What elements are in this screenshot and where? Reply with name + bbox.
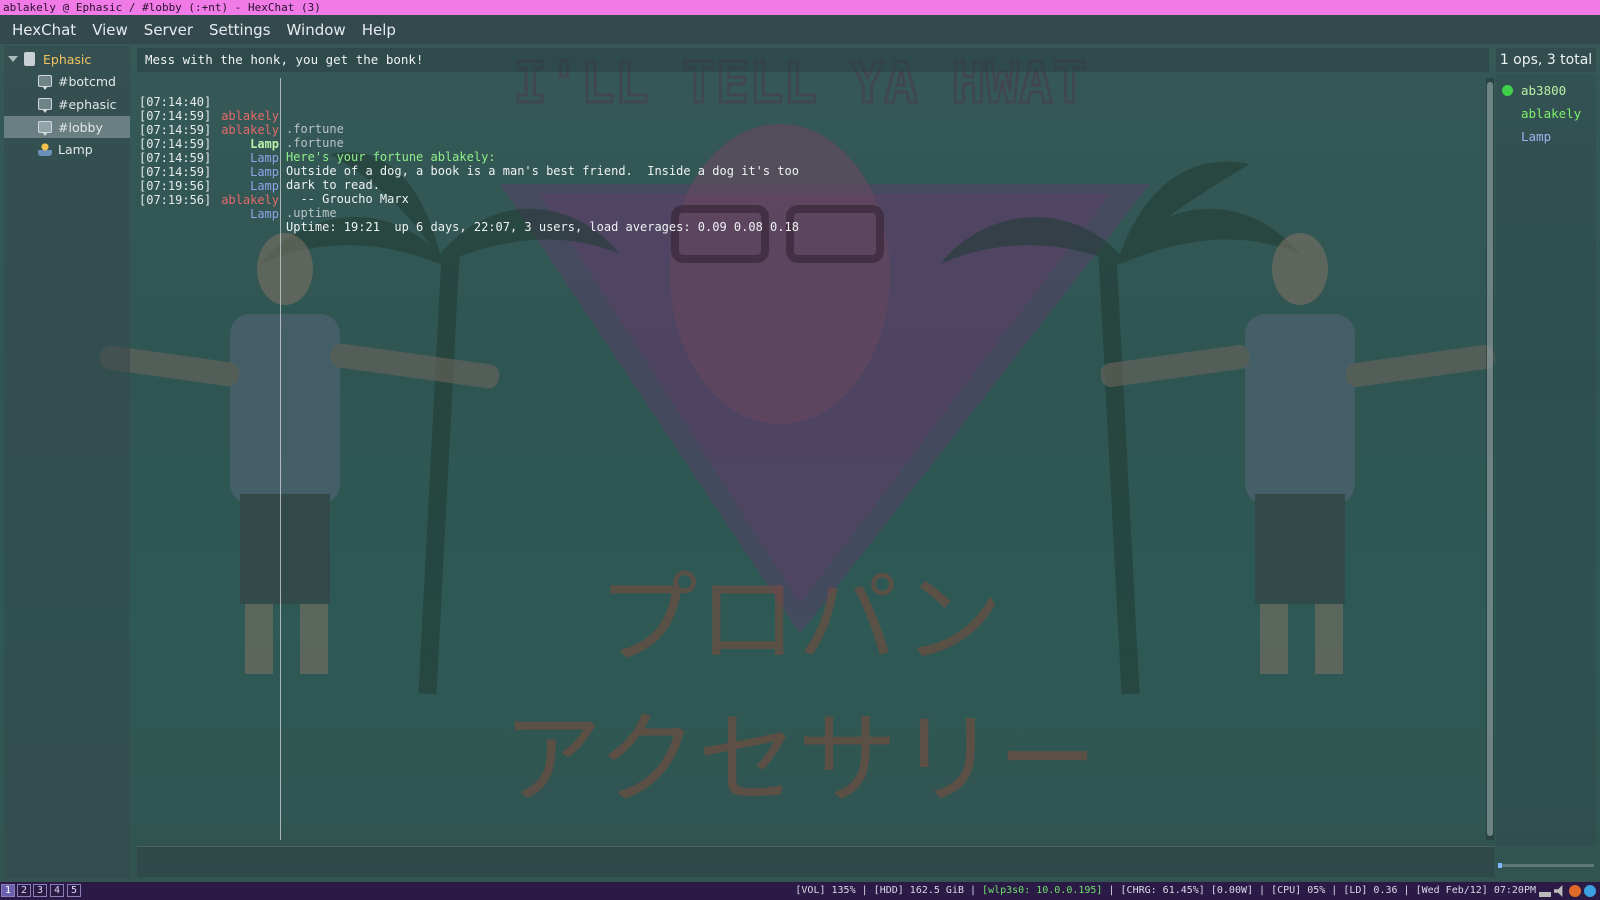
system-status-bar: 1 2 3 4 5 [VOL] 135% | [HDD] 162.5 GiB |… <box>0 882 1600 900</box>
user-nick: Lamp <box>1521 128 1552 144</box>
chat-timestamp: [07:19:56] <box>139 192 212 207</box>
chat-message: .uptime <box>286 206 337 221</box>
tree-item-botcmd[interactable]: #botcmd <box>38 70 116 92</box>
userlist-count: 1 ops, 3 total <box>1496 48 1596 72</box>
menu-bar: HexChat View Server Settings Window Help <box>0 15 1600 44</box>
workspace-5[interactable]: 5 <box>67 884 81 897</box>
chat-log[interactable]: [07:14:40] ablakely .fortune [07:14:59] … <box>137 78 1485 840</box>
status-cpu: [CPU] 05% <box>1271 885 1326 896</box>
chat-line: [07:14:59] ablakely .fortune <box>139 96 344 150</box>
user-nick: ablakely <box>1521 105 1582 121</box>
chat-message: Here's your fortune ablakely: <box>286 150 496 165</box>
chat-message: .fortune <box>286 136 344 151</box>
channel-tree: Ephasic #botcmd #ephasic #lobby Lamp <box>4 46 130 878</box>
chat-message: dark to read. <box>286 178 380 193</box>
message-input[interactable] <box>137 846 1494 877</box>
workspace-3[interactable]: 3 <box>33 884 47 897</box>
channel-topic[interactable]: Mess with the honk, you get the bonk! <box>137 48 1489 72</box>
tree-item-label: #ephasic <box>58 96 117 112</box>
main-area: I'LL TELL YA HWAT プロパン アクセサリー Ephasic #b… <box>0 44 1600 882</box>
chat-nick[interactable]: Lamp <box>214 151 279 166</box>
tree-server-ephasic[interactable]: Ephasic <box>8 48 91 70</box>
user-ablakely[interactable]: ablakely <box>1502 103 1581 123</box>
menu-settings[interactable]: Settings <box>201 21 279 39</box>
status-hdd: [HDD] 162.5 GiB <box>873 885 964 896</box>
tree-item-label: #lobby <box>58 119 103 135</box>
chat-line: [07:14:59] Lamp dark to read. <box>139 138 380 192</box>
user-list[interactable]: ab3800 ablakely Lamp <box>1496 74 1596 846</box>
chat-message: .fortune <box>286 122 344 137</box>
hexchat-tray-icon[interactable] <box>1569 885 1581 897</box>
status-network: [wlp3s0: 10.0.0.195] <box>982 885 1103 896</box>
status-charge: [CHRG: 61.45%] <box>1120 885 1205 896</box>
server-label: Ephasic <box>43 51 92 67</box>
workspace-4[interactable]: 4 <box>50 884 64 897</box>
channel-icon <box>38 121 52 136</box>
tree-item-lamp[interactable]: Lamp <box>38 138 93 160</box>
menu-view[interactable]: View <box>84 21 136 39</box>
user-lamp[interactable]: Lamp <box>1502 126 1551 146</box>
chat-line: [07:14:59] Lamp Here's your fortune abla… <box>139 110 496 164</box>
menu-hexchat[interactable]: HexChat <box>4 21 84 39</box>
window-title: ablakely @ Ephasic / #lobby (:+nt) - Hex… <box>0 0 1600 15</box>
chat-message: Uptime: 19:21 up 6 days, 22:07, 3 users,… <box>286 220 799 235</box>
status-info: [VOL] 135% | [HDD] 162.5 GiB | [wlp3s0: … <box>795 885 1536 896</box>
chat-nick[interactable]: Lamp <box>214 179 279 194</box>
server-icon <box>24 52 35 66</box>
chat-line: [07:19:56] Lamp Uptime: 19:21 up 6 days,… <box>139 180 799 234</box>
chat-line: [07:14:40] ablakely .fortune <box>139 82 344 136</box>
wifi-signal-icon[interactable] <box>1539 885 1551 897</box>
user-nick: ab3800 <box>1521 82 1567 98</box>
chat-nick[interactable]: ablakely <box>214 109 279 124</box>
workspace-2[interactable]: 2 <box>17 884 31 897</box>
chat-scrollbar-thumb[interactable] <box>1487 82 1493 836</box>
system-tray <box>1539 885 1596 897</box>
volume-icon[interactable] <box>1554 885 1563 897</box>
user-icon <box>38 142 52 156</box>
workspace-1[interactable]: 1 <box>1 884 15 897</box>
nick-column-divider[interactable] <box>280 78 281 840</box>
status-volume: [VOL] 135% <box>795 885 856 896</box>
chat-message: -- Groucho Marx <box>286 192 409 207</box>
userlist-scrollbar[interactable] <box>1498 863 1594 868</box>
chat-nick[interactable]: Lamp <box>214 207 279 222</box>
chat-line: [07:19:56] ablakely .uptime <box>139 166 337 220</box>
tree-item-label: #botcmd <box>58 73 116 89</box>
channel-icon <box>38 98 52 113</box>
chat-nick[interactable]: ablakely <box>214 193 279 208</box>
tree-item-lobby[interactable]: #lobby <box>4 116 130 138</box>
chat-line: [07:14:59] Lamp Outside of a dog, a book… <box>139 124 799 178</box>
tree-item-ephasic[interactable]: #ephasic <box>38 93 117 115</box>
user-ab3800[interactable]: ab3800 <box>1502 80 1566 100</box>
expand-arrow-icon[interactable] <box>8 56 18 62</box>
menu-help[interactable]: Help <box>354 21 404 39</box>
chat-nick[interactable]: Lamp <box>214 137 279 152</box>
chat-nick[interactable]: Lamp <box>214 165 279 180</box>
tree-item-label: Lamp <box>58 141 93 157</box>
op-indicator-icon <box>1502 84 1513 96</box>
menu-window[interactable]: Window <box>279 21 354 39</box>
status-load: [LD] 0.36 <box>1343 885 1398 896</box>
chat-message: Outside of a dog, a book is a man's best… <box>286 164 799 179</box>
telegram-tray-icon[interactable] <box>1584 885 1596 897</box>
chat-line: [07:14:59] Lamp -- Groucho Marx <box>139 152 409 206</box>
channel-icon <box>38 75 52 90</box>
status-watt: [0.00W] <box>1210 885 1254 896</box>
chat-scrollbar[interactable] <box>1486 78 1494 840</box>
chat-nick[interactable]: ablakely <box>214 123 279 138</box>
status-date: [Wed Feb/12] 07:20PM <box>1415 885 1536 896</box>
menu-server[interactable]: Server <box>136 21 201 39</box>
